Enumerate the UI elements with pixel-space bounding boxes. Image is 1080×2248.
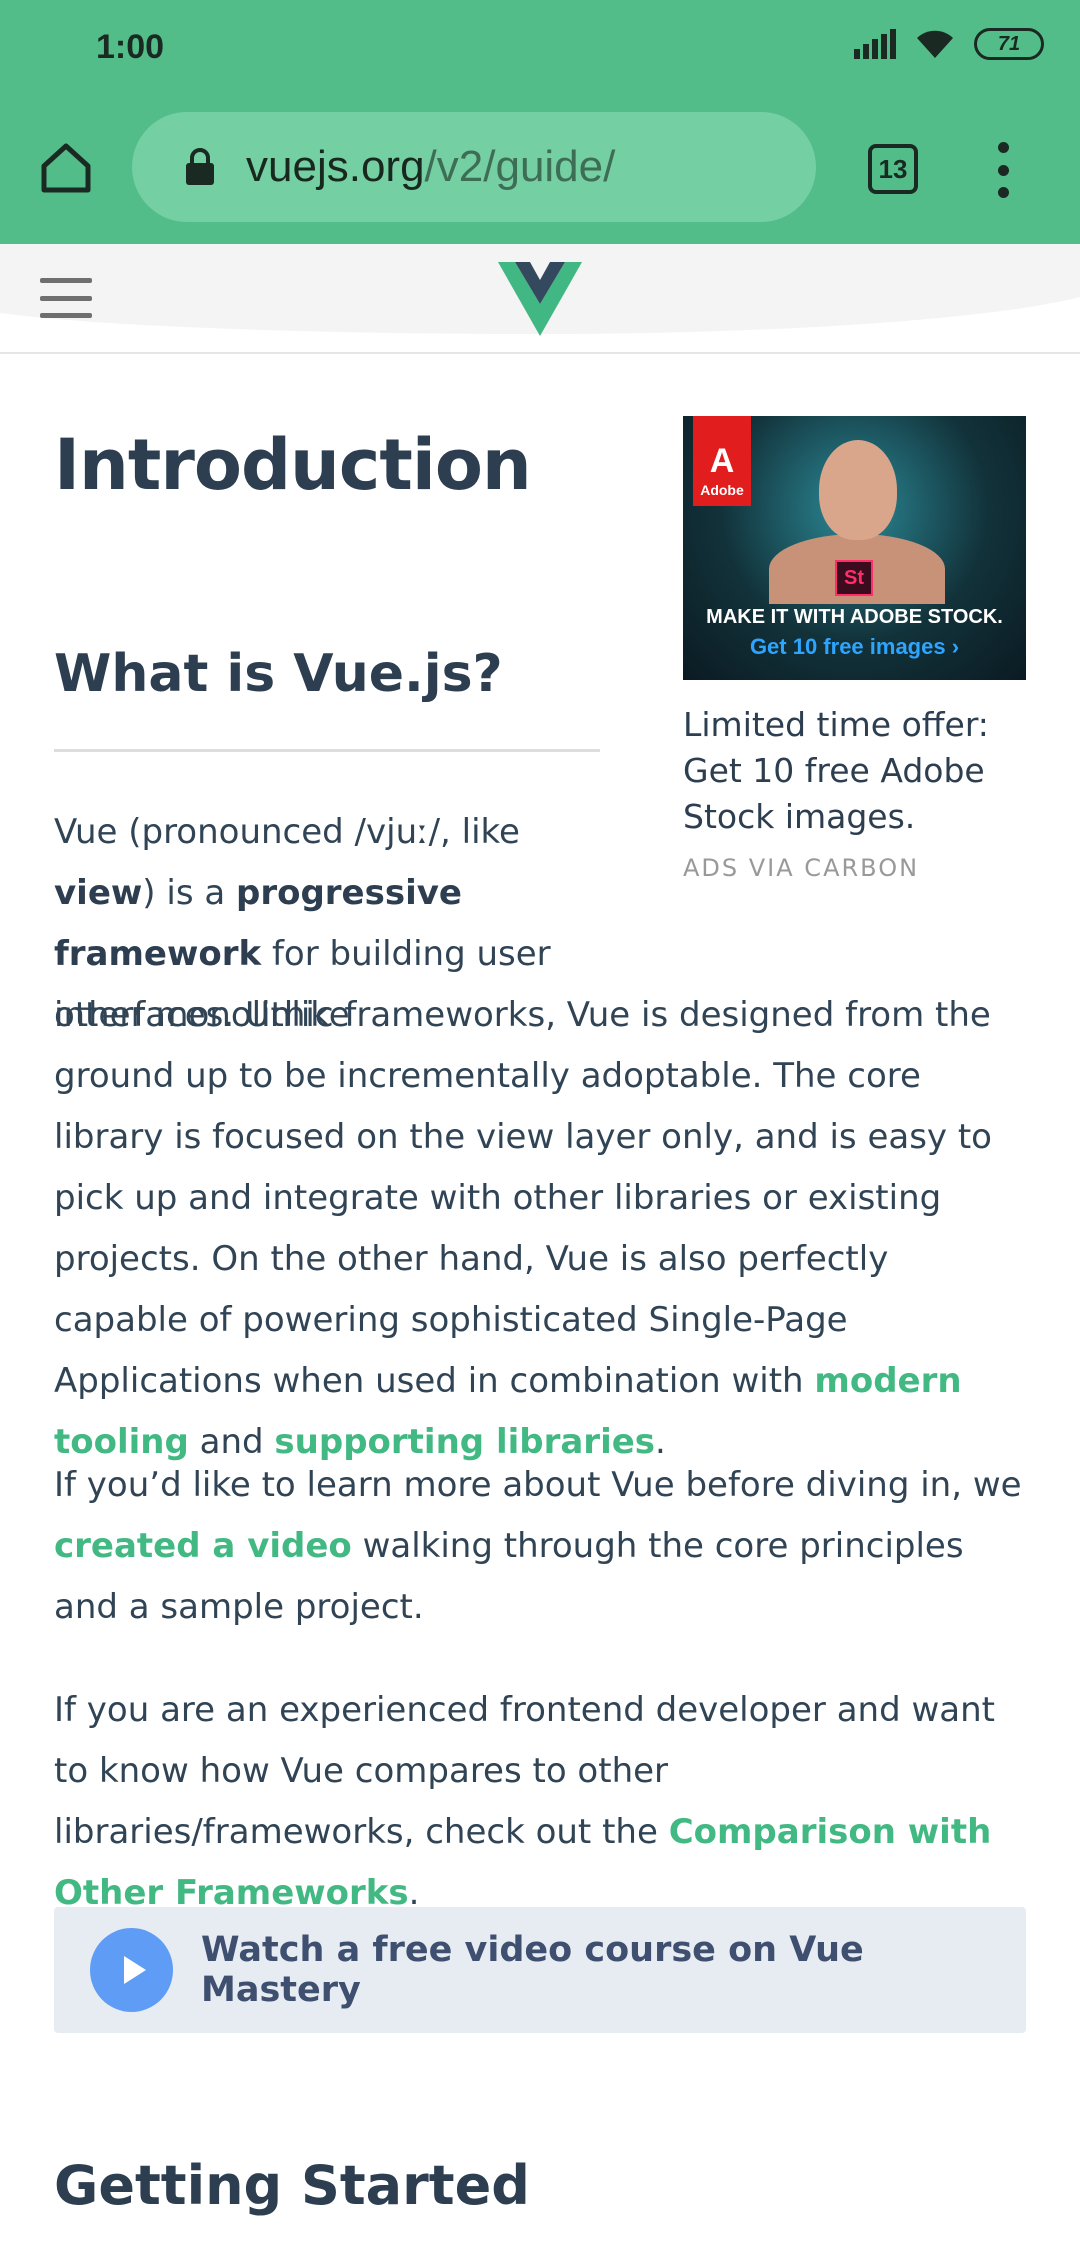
wifi-icon	[917, 30, 953, 58]
vue-mastery-banner[interactable]: Watch a free video course on Vue Mastery	[54, 1907, 1026, 2033]
url-text: vuejs.org/v2/guide/	[246, 142, 615, 192]
getting-started-heading: Getting Started	[54, 2154, 530, 2217]
browser-toolbar: vuejs.org/v2/guide/ 13	[0, 100, 1080, 244]
battery-icon: 71	[974, 28, 1044, 60]
lock-icon	[186, 148, 214, 185]
site-header	[0, 244, 1080, 354]
status-bar: 1:00 71	[0, 0, 1080, 100]
carbon-ad[interactable]: A Adobe St MAKE IT WITH ADOBE STOCK. Get…	[683, 416, 1026, 882]
page-title: Introduction	[54, 424, 532, 506]
play-icon[interactable]	[90, 1928, 174, 2012]
ad-banner-line2: Get 10 free images ›	[749, 634, 960, 659]
vue-mastery-link-text[interactable]: Watch a free video course on Vue Mastery	[201, 1930, 1026, 2010]
vue-logo-icon[interactable]	[498, 262, 582, 336]
url-domain: vuejs.org	[246, 142, 425, 191]
created-a-video-link[interactable]: created a video	[54, 1526, 352, 1566]
section-heading: What is Vue.js?	[54, 644, 503, 704]
address-bar[interactable]: vuejs.org/v2/guide/	[132, 112, 816, 222]
ad-text[interactable]: Limited time offer: Get 10 free Adobe St…	[683, 702, 1026, 840]
hamburger-menu-icon[interactable]	[40, 278, 92, 318]
ads-via-carbon[interactable]: ADS VIA CARBON	[683, 854, 1026, 882]
heading-divider	[54, 749, 600, 752]
intro-paragraph-continued: other monolithic frameworks, Vue is desi…	[54, 995, 992, 1462]
url-path: /v2/guide/	[424, 142, 616, 191]
status-icons: 71	[854, 28, 1044, 60]
home-icon[interactable]	[36, 138, 96, 198]
video-paragraph: If you’d like to learn more about Vue be…	[54, 1465, 1022, 1627]
signal-icon	[854, 29, 896, 59]
adobe-logo: A Adobe	[693, 416, 751, 506]
comparison-paragraph: If you are an experienced frontend devel…	[54, 1690, 996, 1913]
overflow-menu-icon[interactable]	[990, 142, 1016, 198]
status-time: 1:00	[96, 28, 165, 66]
ad-image[interactable]: A Adobe St MAKE IT WITH ADOBE STOCK. Get…	[683, 416, 1026, 680]
tab-switcher-button[interactable]: 13	[868, 144, 918, 194]
ad-banner-line1: MAKE IT WITH ADOBE STOCK.	[706, 606, 1003, 628]
adobe-stock-badge: St	[835, 560, 873, 596]
